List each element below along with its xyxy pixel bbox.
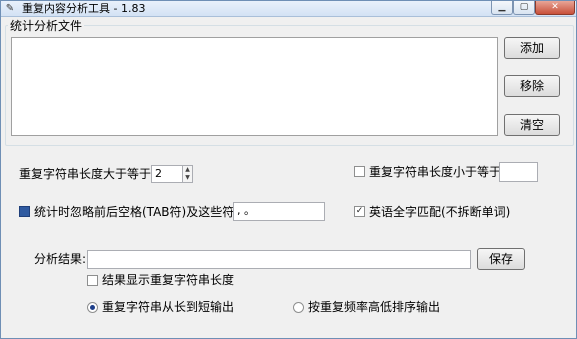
ignore-symbols-input[interactable]: , 。 [233,202,325,221]
files-group-label: 统计分析文件 [8,19,85,33]
close-button[interactable]: ✕ [535,1,575,15]
maximize-button[interactable]: ▢ [513,1,535,15]
min-length-label: 重复字符串长度大于等于: [19,167,156,181]
close-icon: ✕ [551,2,559,12]
max-length-label: 重复字符串长度小于等于: [369,165,506,179]
ignore-symbols-label: 统计时忽略前后空格(TAB符)及这些符号: [34,205,251,219]
result-label: 分析结果: [34,252,87,266]
show-length-label: 结果显示重复字符串长度 [102,273,235,287]
english-whole-word-label: 英语全字匹配(不拆断单词) [369,205,511,219]
add-button[interactable]: 添加 [504,37,560,59]
maximize-icon: ▢ [519,2,529,12]
remove-button[interactable]: 移除 [504,75,560,97]
title-bar[interactable]: ✎ 重复内容分析工具 - 1.83 ▁ ▢ ✕ [1,1,576,17]
sort-by-length-radio[interactable] [87,302,98,313]
sort-by-frequency-label: 按重复频率高低排序输出 [308,300,441,314]
spin-down-icon[interactable]: ▼ [183,174,192,182]
english-whole-word-checkbox[interactable]: ✓ [354,206,365,217]
min-length-spinner[interactable]: ▲ ▼ [182,165,193,183]
minimize-button[interactable]: ▁ [491,1,513,15]
text-file-icon: ✎ [5,3,15,14]
result-path-input[interactable] [87,250,471,269]
max-length-input[interactable] [499,162,538,182]
window-title: 重复内容分析工具 - 1.83 [22,2,146,15]
show-length-checkbox[interactable] [87,275,98,286]
app-window: ✎ 重复内容分析工具 - 1.83 ▁ ▢ ✕ 统计分析文件 添加 移除 清空 … [0,0,577,339]
sort-by-frequency-radio[interactable] [293,302,304,313]
min-length-input[interactable]: 2 [151,165,183,183]
file-list[interactable] [11,37,498,136]
sort-by-length-label: 重复字符串从长到短输出 [102,300,235,314]
spin-up-icon[interactable]: ▲ [183,166,192,174]
max-length-checkbox[interactable] [354,166,365,177]
minimize-icon: ▁ [498,2,506,12]
ignore-symbols-checkbox[interactable] [19,206,30,217]
clear-button[interactable]: 清空 [504,114,560,136]
save-button[interactable]: 保存 [477,248,525,270]
